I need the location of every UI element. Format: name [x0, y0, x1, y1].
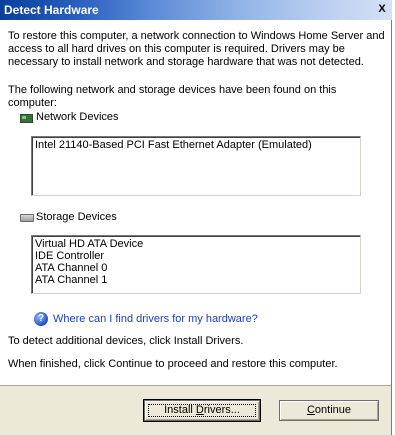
window-title: Detect Hardware	[4, 3, 99, 17]
dialog-content: To restore this computer, a network conn…	[0, 20, 391, 386]
hard-drive-icon	[20, 214, 34, 222]
continue-button[interactable]: Continue	[279, 400, 379, 421]
list-item[interactable]: IDE Controller	[35, 250, 357, 262]
close-icon[interactable]: X	[375, 3, 389, 16]
storage-devices-label: Storage Devices	[36, 211, 117, 223]
focus-rectangle	[148, 404, 256, 417]
detect-instructions-text: To detect additional devices, click Inst…	[8, 335, 244, 347]
continue-label-mnemonic: C	[306, 404, 315, 416]
find-drivers-link[interactable]: Where can I find drivers for my hardware…	[53, 312, 258, 326]
network-devices-list[interactable]: Intel 21140-Based PCI Fast Ethernet Adap…	[31, 136, 361, 196]
list-item[interactable]: Intel 21140-Based PCI Fast Ethernet Adap…	[35, 139, 357, 151]
install-drivers-button[interactable]: Install Drivers...	[143, 399, 261, 422]
network-card-icon	[20, 114, 33, 123]
intro-text: To restore this computer, a network conn…	[8, 30, 385, 68]
list-item[interactable]: ATA Channel 0	[35, 262, 357, 274]
title-bar[interactable]: Detect Hardware X	[0, 0, 392, 20]
continue-label-post: ontinue	[314, 404, 352, 416]
list-item[interactable]: ATA Channel 1	[35, 274, 357, 286]
storage-devices-list[interactable]: Virtual HD ATA Device IDE Controller ATA…	[31, 235, 361, 294]
network-devices-label: Network Devices	[36, 111, 119, 123]
detect-hardware-dialog: Detect Hardware X To restore this comput…	[0, 0, 392, 435]
found-devices-text: The following network and storage device…	[8, 84, 337, 109]
help-icon: ?	[34, 312, 48, 326]
finish-instructions-text: When finished, click Continue to proceed…	[8, 358, 338, 370]
list-item[interactable]: Virtual HD ATA Device	[35, 238, 357, 250]
